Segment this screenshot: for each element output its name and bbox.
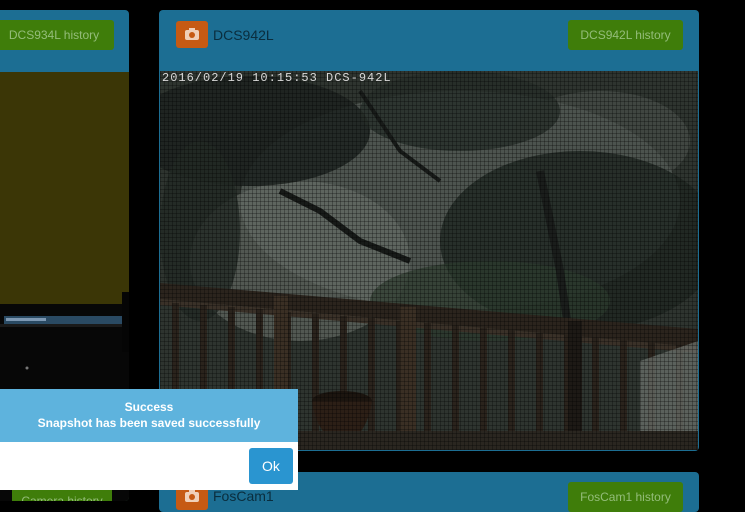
camera-icon[interactable] — [176, 21, 208, 48]
dialog-title: Success — [124, 400, 174, 414]
panel-header: DCS942L DCS942L history — [159, 10, 699, 72]
camera-title: DCS942L — [213, 27, 274, 43]
dcs942l-camera-panel: DCS942L DCS942L history 2016/02/19 10:15… — [159, 10, 699, 451]
dcs934l-history-button[interactable]: DCS934L history — [0, 20, 114, 50]
dcs942l-history-button[interactable]: DCS942L history — [568, 20, 683, 50]
success-dialog-header: Success Snapshot has been saved successf… — [0, 389, 298, 442]
ok-button[interactable]: Ok — [249, 448, 293, 484]
feed-timestamp: 2016/02/19 10:15:53 DCS-942L — [162, 71, 392, 85]
camera-title: FosCam1 — [213, 488, 274, 504]
foscam1-history-button[interactable]: FosCam1 history — [568, 482, 683, 512]
dialog-message: Snapshot has been saved successfully — [37, 416, 261, 430]
